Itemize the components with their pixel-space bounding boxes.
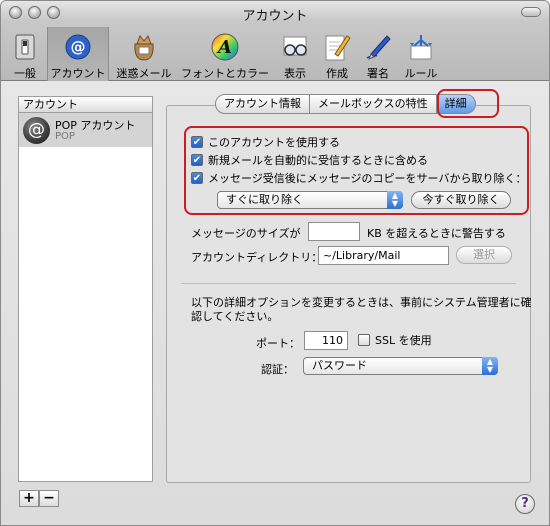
include-auto-check-label: 新規メールを自動的に受信するときに含める bbox=[208, 154, 428, 167]
toolbar-signatures[interactable]: 署名 bbox=[362, 27, 394, 81]
checkmark-icon: ✔ bbox=[191, 172, 203, 184]
fountain-pen-icon bbox=[362, 31, 394, 63]
updown-arrow-icon: ▲ ▼ bbox=[387, 191, 403, 209]
toolbar-accounts[interactable]: @ アカウント bbox=[47, 27, 109, 81]
enable-account-label: このアカウントを使用する bbox=[208, 136, 340, 149]
size-warning-prefix: メッセージのサイズが bbox=[191, 227, 301, 240]
toolbar-viewing-label: 表示 bbox=[284, 67, 306, 80]
rules-icon bbox=[405, 31, 437, 63]
size-warning-input[interactable] bbox=[308, 222, 360, 241]
switch-icon bbox=[9, 31, 41, 63]
toolbar-general[interactable]: 一般 bbox=[9, 27, 41, 81]
pencil-paper-icon bbox=[321, 31, 353, 63]
use-ssl-label: SSL を使用 bbox=[375, 334, 432, 347]
account-list-header: アカウント bbox=[19, 97, 152, 113]
account-directory-label: アカウントディレクトリ： bbox=[191, 251, 323, 264]
unchecked-box-icon: ✔ bbox=[358, 334, 370, 346]
toolbar-general-label: 一般 bbox=[14, 67, 36, 80]
junk-mail-bag-icon bbox=[128, 31, 160, 63]
remove-account-button[interactable]: − bbox=[39, 490, 59, 507]
svg-text:@: @ bbox=[71, 38, 86, 56]
glasses-icon bbox=[279, 31, 311, 63]
authentication-label: 認証： bbox=[261, 363, 294, 376]
font-color-icon: A bbox=[209, 31, 241, 63]
divider bbox=[181, 283, 516, 284]
tab-account-information[interactable]: アカウント情報 bbox=[215, 94, 310, 114]
at-sign-icon: @ bbox=[62, 31, 94, 63]
remove-now-button[interactable]: 今すぐ取り除く bbox=[411, 191, 511, 209]
toolbar-rules-label: ルール bbox=[404, 67, 438, 80]
choose-directory-button[interactable]: 選択 bbox=[456, 246, 512, 264]
size-warning-suffix: KB を超えるときに警告する bbox=[367, 227, 506, 240]
remove-timing-value: すぐに取り除く bbox=[226, 193, 303, 206]
add-account-button[interactable]: + bbox=[19, 490, 39, 507]
toolbar-viewing[interactable]: 表示 bbox=[277, 27, 313, 81]
window-title: アカウント bbox=[242, 9, 308, 24]
help-button[interactable]: ? bbox=[515, 494, 535, 514]
port-label: ポート： bbox=[256, 337, 300, 350]
account-preferences-window: アカウント 一般 @ アカウント 迷惑メール A フォントとカラー 表示 作成 … bbox=[0, 0, 550, 526]
toolbar-signatures-label: 署名 bbox=[367, 67, 389, 80]
remove-copy-label: メッセージ受信後にメッセージのコピーをサーバから取り除く： bbox=[208, 172, 527, 185]
toolbar-junk-mail[interactable]: 迷惑メール bbox=[113, 27, 175, 81]
toolbar-accounts-label: アカウント bbox=[50, 67, 106, 80]
account-list: アカウント @ POP アカウント POP bbox=[18, 96, 153, 482]
include-auto-check-checkbox[interactable]: ✔ 新規メールを自動的に受信するときに含める bbox=[191, 152, 428, 168]
toolbar-junk-mail-label: 迷惑メール bbox=[116, 67, 172, 80]
admin-note-line2: 認してください。 bbox=[191, 310, 279, 323]
authentication-select[interactable]: パスワード ▲ ▼ bbox=[303, 357, 498, 375]
toolbar-composing-label: 作成 bbox=[326, 67, 348, 80]
tab-mailbox-behaviors[interactable]: メールボックスの特性 bbox=[310, 94, 437, 114]
port-input[interactable]: 110 bbox=[304, 331, 348, 350]
preferences-toolbar: 一般 @ アカウント 迷惑メール A フォントとカラー 表示 作成 署名 ルール bbox=[1, 27, 549, 81]
toolbar-fonts-colors[interactable]: A フォントとカラー bbox=[180, 27, 270, 81]
toolbar-composing[interactable]: 作成 bbox=[319, 27, 355, 81]
enable-account-checkbox[interactable]: ✔ このアカウントを使用する bbox=[191, 134, 340, 150]
toolbar-fonts-colors-label: フォントとカラー bbox=[181, 67, 269, 80]
use-ssl-checkbox[interactable]: ✔ SSL を使用 bbox=[358, 332, 432, 348]
account-list-item[interactable]: @ POP アカウント POP bbox=[19, 113, 152, 147]
checkmark-icon: ✔ bbox=[191, 136, 203, 148]
toolbar-rules[interactable]: ルール bbox=[401, 27, 441, 81]
remove-copy-checkbox[interactable]: ✔ メッセージ受信後にメッセージのコピーをサーバから取り除く： bbox=[191, 170, 526, 186]
toolbar-toggle-button[interactable] bbox=[521, 7, 541, 17]
svg-text:A: A bbox=[216, 37, 232, 58]
at-sign-icon: @ bbox=[23, 117, 50, 144]
title-bar: アカウント 一般 @ アカウント 迷惑メール A フォントとカラー 表示 作成 … bbox=[1, 1, 549, 81]
checkmark-icon: ✔ bbox=[191, 154, 203, 166]
updown-arrow-icon: ▲ ▼ bbox=[482, 357, 498, 375]
authentication-value: パスワード bbox=[312, 359, 367, 372]
remove-timing-select[interactable]: すぐに取り除く ▲ ▼ bbox=[217, 191, 403, 209]
account-directory-field[interactable]: ~/Library/Mail bbox=[318, 246, 449, 265]
account-type: POP bbox=[55, 131, 75, 142]
advanced-tab-highlight bbox=[437, 89, 499, 118]
